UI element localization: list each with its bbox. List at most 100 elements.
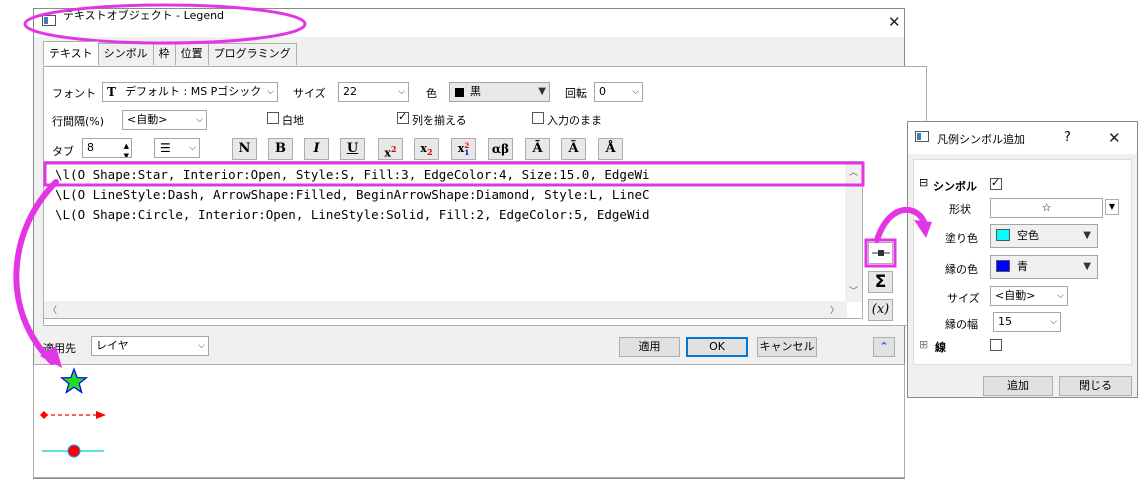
add-button[interactable]: 追加: [983, 376, 1053, 396]
dropdown-arrow-icon: ▼: [1083, 261, 1091, 272]
as-typed-checkbox[interactable]: [532, 112, 544, 124]
text-editor[interactable]: \l(O Shape:Star, Interior:Open, Style:S,…: [43, 161, 863, 319]
superscript-button[interactable]: x2: [378, 138, 403, 160]
fill-color-label: 塗り色: [945, 232, 978, 245]
symbol-close-icon[interactable]: ✕: [1108, 129, 1121, 147]
line-expand-icon[interactable]: ⊞: [919, 338, 928, 351]
help-icon[interactable]: ?: [1064, 130, 1071, 145]
size-value: 22: [343, 85, 357, 98]
rotation-label: 回転: [565, 87, 587, 100]
underline-button[interactable]: U: [340, 138, 365, 160]
font-select[interactable]: T デフォルト : MS Pゴシック ⌵: [102, 82, 278, 102]
variable-button[interactable]: (x): [868, 299, 893, 321]
tab-strip: テキスト シンボル 枠 位置 プログラミング: [43, 41, 297, 65]
dropdown-arrow-icon: ▼: [538, 86, 546, 97]
code-line-1: \l(O Shape:Star, Interior:Open, Style:S,…: [55, 167, 650, 182]
star-symbol: [59, 367, 89, 394]
legend-preview-graphics: [40, 367, 106, 458]
chevron-down-icon: ⌵: [267, 87, 274, 97]
black-swatch: [455, 88, 464, 97]
tab-programming[interactable]: プログラミング: [207, 43, 297, 65]
apply-button[interactable]: 適用: [619, 337, 680, 357]
main-dialog-title: テキストオブジェクト - Legend: [63, 9, 225, 22]
tab-position[interactable]: 位置: [174, 43, 209, 65]
ring-button[interactable]: Å: [598, 138, 623, 160]
rotation-select[interactable]: 0 ⌵: [594, 82, 643, 102]
symbol-enable-checkbox[interactable]: [990, 176, 1002, 190]
cancel-button[interactable]: キャンセル: [757, 337, 817, 357]
fill-color-select[interactable]: 空色 ▼: [990, 224, 1098, 248]
vertical-scrollbar[interactable]: ︿ ﹀: [845, 162, 862, 302]
shape-value: ☆: [1041, 201, 1052, 214]
size-select[interactable]: 22 ⌵: [338, 82, 409, 102]
normal-button[interactable]: N: [232, 138, 257, 160]
edge-width-value: 15: [998, 315, 1012, 328]
spin-down-icon[interactable]: ▼: [124, 147, 129, 157]
legend-symbol-icon: [871, 250, 890, 256]
filled-end-arrow: [96, 411, 106, 419]
as-typed-label: 入力のまま: [547, 114, 602, 127]
symbol-app-icon: [915, 131, 929, 142]
edge-color-select[interactable]: 青 ▼: [990, 255, 1098, 279]
subscript-button[interactable]: x2: [414, 138, 439, 160]
chevron-down-icon: ⌵: [398, 87, 405, 97]
app-icon: [42, 15, 56, 26]
italic-button[interactable]: I: [304, 138, 329, 160]
edge-width-select[interactable]: 15 ⌵: [993, 312, 1061, 332]
apply-to-value: レイヤ: [96, 339, 129, 352]
scroll-right-icon[interactable]: 〉: [830, 303, 839, 316]
tab-width-spinner[interactable]: 8 ▲ ▼: [82, 138, 132, 158]
sigma-button[interactable]: Σ: [868, 271, 893, 293]
symbol-size-value: <自動>: [995, 289, 1036, 302]
white-bg-checkbox[interactable]: [267, 112, 279, 124]
super-subscript-button[interactable]: x2 1: [451, 138, 476, 160]
tab-symbol[interactable]: シンボル: [97, 43, 154, 65]
line-spacing-label: 行間隔(%): [52, 115, 105, 128]
horizontal-scrollbar[interactable]: 〈 〉: [44, 301, 847, 318]
collapse-button[interactable]: ⌃: [873, 337, 895, 357]
font-label: フォント: [52, 87, 96, 100]
ok-button[interactable]: OK: [686, 337, 748, 357]
scroll-up-icon[interactable]: ︿: [849, 165, 858, 178]
shape-dropdown-button[interactable]: ▼: [1105, 199, 1119, 215]
diamond-begin-arrow: [40, 411, 48, 419]
line-enable-checkbox[interactable]: [990, 339, 1002, 351]
edge-color-value: 青: [1017, 260, 1028, 273]
overbar-button[interactable]: Ā: [525, 138, 550, 160]
edge-color-label: 縁の色: [945, 263, 978, 276]
symbol-section-label: シンボル: [933, 180, 977, 193]
size-label: サイズ: [293, 87, 326, 100]
fill-color-value: 空色: [1017, 229, 1039, 242]
apply-to-label: 適用先: [43, 342, 76, 355]
chevron-down-icon: ⌵: [1050, 317, 1057, 327]
bold-button[interactable]: B: [268, 138, 293, 160]
align-columns-label: 列を揃える: [412, 114, 467, 127]
code-line-2: \L(O LineStyle:Dash, ArrowShape:Filled, …: [55, 187, 650, 202]
add-legend-symbol-button[interactable]: [868, 242, 893, 264]
edge-color-swatch: [996, 260, 1010, 272]
symbol-size-select[interactable]: <自動> ⌵: [990, 286, 1068, 306]
tab-frame[interactable]: 枠: [152, 43, 176, 65]
tab-text[interactable]: テキスト: [43, 41, 99, 65]
code-line-3: \L(O Shape:Circle, Interior:Open, LineSt…: [55, 207, 650, 222]
tilde-button[interactable]: Ã: [561, 138, 586, 160]
alignment-select[interactable]: ☰ ⌵: [154, 138, 200, 158]
line-spacing-value: <自動>: [127, 113, 168, 126]
symbol-collapse-icon[interactable]: ⊟: [919, 176, 928, 189]
color-value: 黒: [470, 85, 481, 98]
dropdown-arrow-icon: ▼: [1083, 230, 1091, 241]
white-bg-label: 白地: [282, 114, 304, 127]
align-columns-checkbox[interactable]: [397, 110, 409, 124]
chevron-down-icon: ⌵: [196, 115, 203, 125]
line-spacing-select[interactable]: <自動> ⌵: [122, 110, 207, 130]
apply-to-select[interactable]: レイヤ ⌵: [91, 336, 209, 356]
color-select[interactable]: 黒 ▼: [449, 82, 550, 102]
scroll-left-icon[interactable]: 〈: [48, 303, 57, 316]
symbol-dialog-title: 凡例シンボル追加: [937, 133, 1025, 146]
tab-width-value: 8: [87, 141, 94, 154]
shape-select[interactable]: ☆: [990, 198, 1103, 218]
greek-button[interactable]: αβ: [488, 138, 513, 160]
scroll-down-icon[interactable]: ﹀: [849, 284, 858, 297]
close-button[interactable]: 閉じる: [1059, 376, 1132, 396]
main-close-icon[interactable]: ✕: [888, 13, 901, 31]
